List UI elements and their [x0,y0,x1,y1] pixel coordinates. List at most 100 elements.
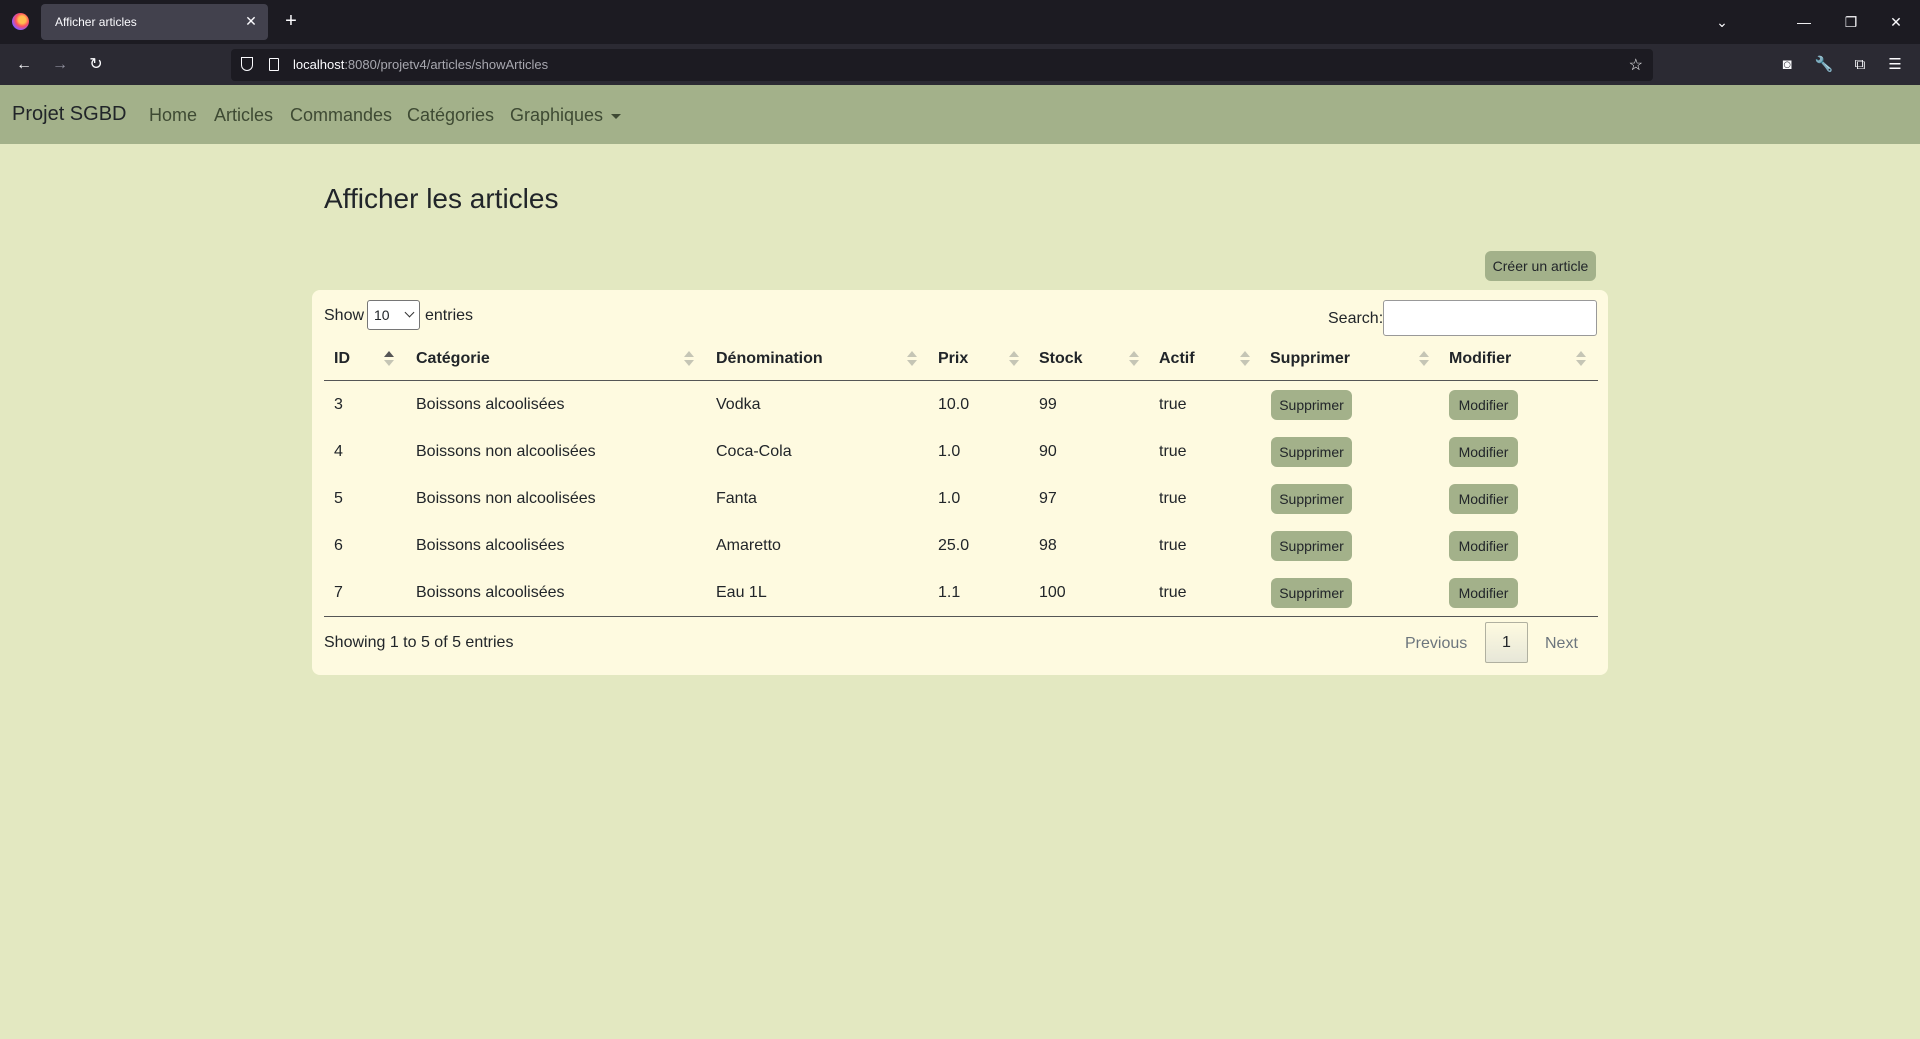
forward-icon[interactable]: → [46,52,74,78]
sort-icon[interactable] [684,349,694,369]
minimize-icon[interactable]: — [1792,10,1816,34]
sort-icon[interactable] [384,349,394,369]
url-text[interactable]: localhost:8080/projetv4/articles/showArt… [293,57,548,72]
cell-prix: 25.0 [938,537,970,554]
table-row: 3 Boissons alcoolisées Vodka 10.0 99 tru… [324,381,1598,428]
edit-button[interactable]: Modifier [1449,531,1518,561]
cell-denomination: Amaretto [716,537,781,554]
address-bar[interactable]: localhost:8080/projetv4/articles/showArt… [231,49,1653,81]
chevron-down-icon [404,307,415,318]
cell-denomination: Eau 1L [716,584,767,601]
cell-categorie: Boissons non alcoolisées [416,443,596,460]
restore-icon[interactable]: ❐ [1839,10,1863,34]
nav-dropdown-graphiques[interactable]: Graphiques [510,105,622,126]
nav-link-categories[interactable]: Catégories [407,105,494,126]
delete-button[interactable]: Supprimer [1271,484,1352,514]
delete-button[interactable]: Supprimer [1271,578,1352,608]
cell-stock: 99 [1039,396,1057,413]
column-header-prix[interactable]: Prix [938,350,968,368]
browser-tab[interactable]: Afficher articles ✕ [41,4,268,40]
page-title: Afficher les articles [324,183,559,214]
cell-actif: true [1159,584,1187,601]
entries-label: entries [425,307,474,324]
cell-id: 4 [334,443,343,460]
table-row: 7 Boissons alcoolisées Eau 1L 1.1 100 tr… [324,569,1598,616]
column-header-modifier[interactable]: Modifier [1449,350,1511,368]
show-label: Show [324,307,365,324]
cell-actif: true [1159,443,1187,460]
sort-icon[interactable] [1419,349,1429,369]
navbar-brand[interactable]: Projet SGBD [12,103,126,126]
cell-denomination: Vodka [716,396,761,413]
column-header-categorie[interactable]: Catégorie [416,350,490,368]
pocket-icon[interactable]: ◙ [1775,53,1799,77]
cell-actif: true [1159,396,1187,413]
search-input[interactable] [1383,300,1597,336]
tracking-shield-icon[interactable] [241,57,253,71]
column-header-id[interactable]: ID [334,350,350,368]
table-info: Showing 1 to 5 of 5 entries [324,634,514,651]
dropdown-caret-icon [611,113,622,119]
create-article-button[interactable]: Créer un article [1485,251,1596,281]
sort-icon[interactable] [1129,349,1139,369]
new-tab-icon[interactable]: + [279,9,303,33]
sort-icon[interactable] [907,349,917,369]
cell-prix: 10.0 [938,396,970,413]
site-navbar: Projet SGBD Home Articles Commandes Caté… [0,85,1920,144]
cell-id: 3 [334,396,343,413]
bookmark-star-icon[interactable]: ☆ [1629,55,1643,75]
cell-id: 7 [334,584,343,601]
reload-icon[interactable]: ↻ [82,52,110,78]
cell-id: 5 [334,490,343,507]
cell-denomination: Fanta [716,490,757,507]
cell-stock: 90 [1039,443,1057,460]
pagination-next[interactable]: Next [1545,635,1578,653]
close-tab-icon[interactable]: ✕ [242,12,260,30]
wrench-icon[interactable]: 🔧 [1812,53,1836,77]
sort-icon[interactable] [1576,349,1586,369]
nav-link-commandes[interactable]: Commandes [290,105,392,126]
cell-prix: 1.1 [938,584,961,601]
edit-button[interactable]: Modifier [1449,390,1518,420]
edit-button[interactable]: Modifier [1449,484,1518,514]
cell-denomination: Coca-Cola [716,443,792,460]
cell-categorie: Boissons non alcoolisées [416,490,596,507]
list-all-tabs-icon[interactable]: ⌄ [1710,10,1734,34]
entries-length-select[interactable]: 10 [367,300,420,330]
sort-icon[interactable] [1240,349,1250,369]
cell-actif: true [1159,537,1187,554]
back-icon[interactable]: ← [10,52,38,78]
cell-prix: 1.0 [938,490,961,507]
cell-categorie: Boissons alcoolisées [416,396,565,413]
cell-id: 6 [334,537,343,554]
extensions-icon[interactable]: ⧉ [1848,53,1872,77]
nav-link-articles[interactable]: Articles [214,105,273,126]
pagination-previous[interactable]: Previous [1405,635,1467,653]
edit-button[interactable]: Modifier [1449,578,1518,608]
column-header-actif[interactable]: Actif [1159,350,1195,368]
cell-stock: 97 [1039,490,1057,507]
cell-prix: 1.0 [938,443,961,460]
cell-stock: 98 [1039,537,1057,554]
table-row: 6 Boissons alcoolisées Amaretto 25.0 98 … [324,522,1598,569]
edit-button[interactable]: Modifier [1449,437,1518,467]
cell-stock: 100 [1039,584,1066,601]
cell-actif: true [1159,490,1187,507]
sort-icon[interactable] [1009,349,1019,369]
column-header-stock[interactable]: Stock [1039,350,1083,368]
table-row: 4 Boissons non alcoolisées Coca-Cola 1.0… [324,428,1598,475]
browser-tab-strip: Afficher articles ✕ + ⌄ — ❐ ✕ [0,0,1920,44]
pagination-page-1[interactable]: 1 [1485,622,1528,663]
column-header-supprimer[interactable]: Supprimer [1270,350,1350,368]
column-header-denomination[interactable]: Dénomination [716,350,823,368]
search-label: Search: [1328,310,1384,327]
close-window-icon[interactable]: ✕ [1884,10,1908,34]
nav-link-home[interactable]: Home [149,105,197,126]
delete-button[interactable]: Supprimer [1271,437,1352,467]
menu-icon[interactable]: ☰ [1883,53,1907,77]
cell-categorie: Boissons alcoolisées [416,584,565,601]
page-info-icon[interactable] [269,58,279,71]
delete-button[interactable]: Supprimer [1271,390,1352,420]
delete-button[interactable]: Supprimer [1271,531,1352,561]
articles-table-card: Show 10 entries Search: ID Catégorie Dén… [312,290,1608,675]
